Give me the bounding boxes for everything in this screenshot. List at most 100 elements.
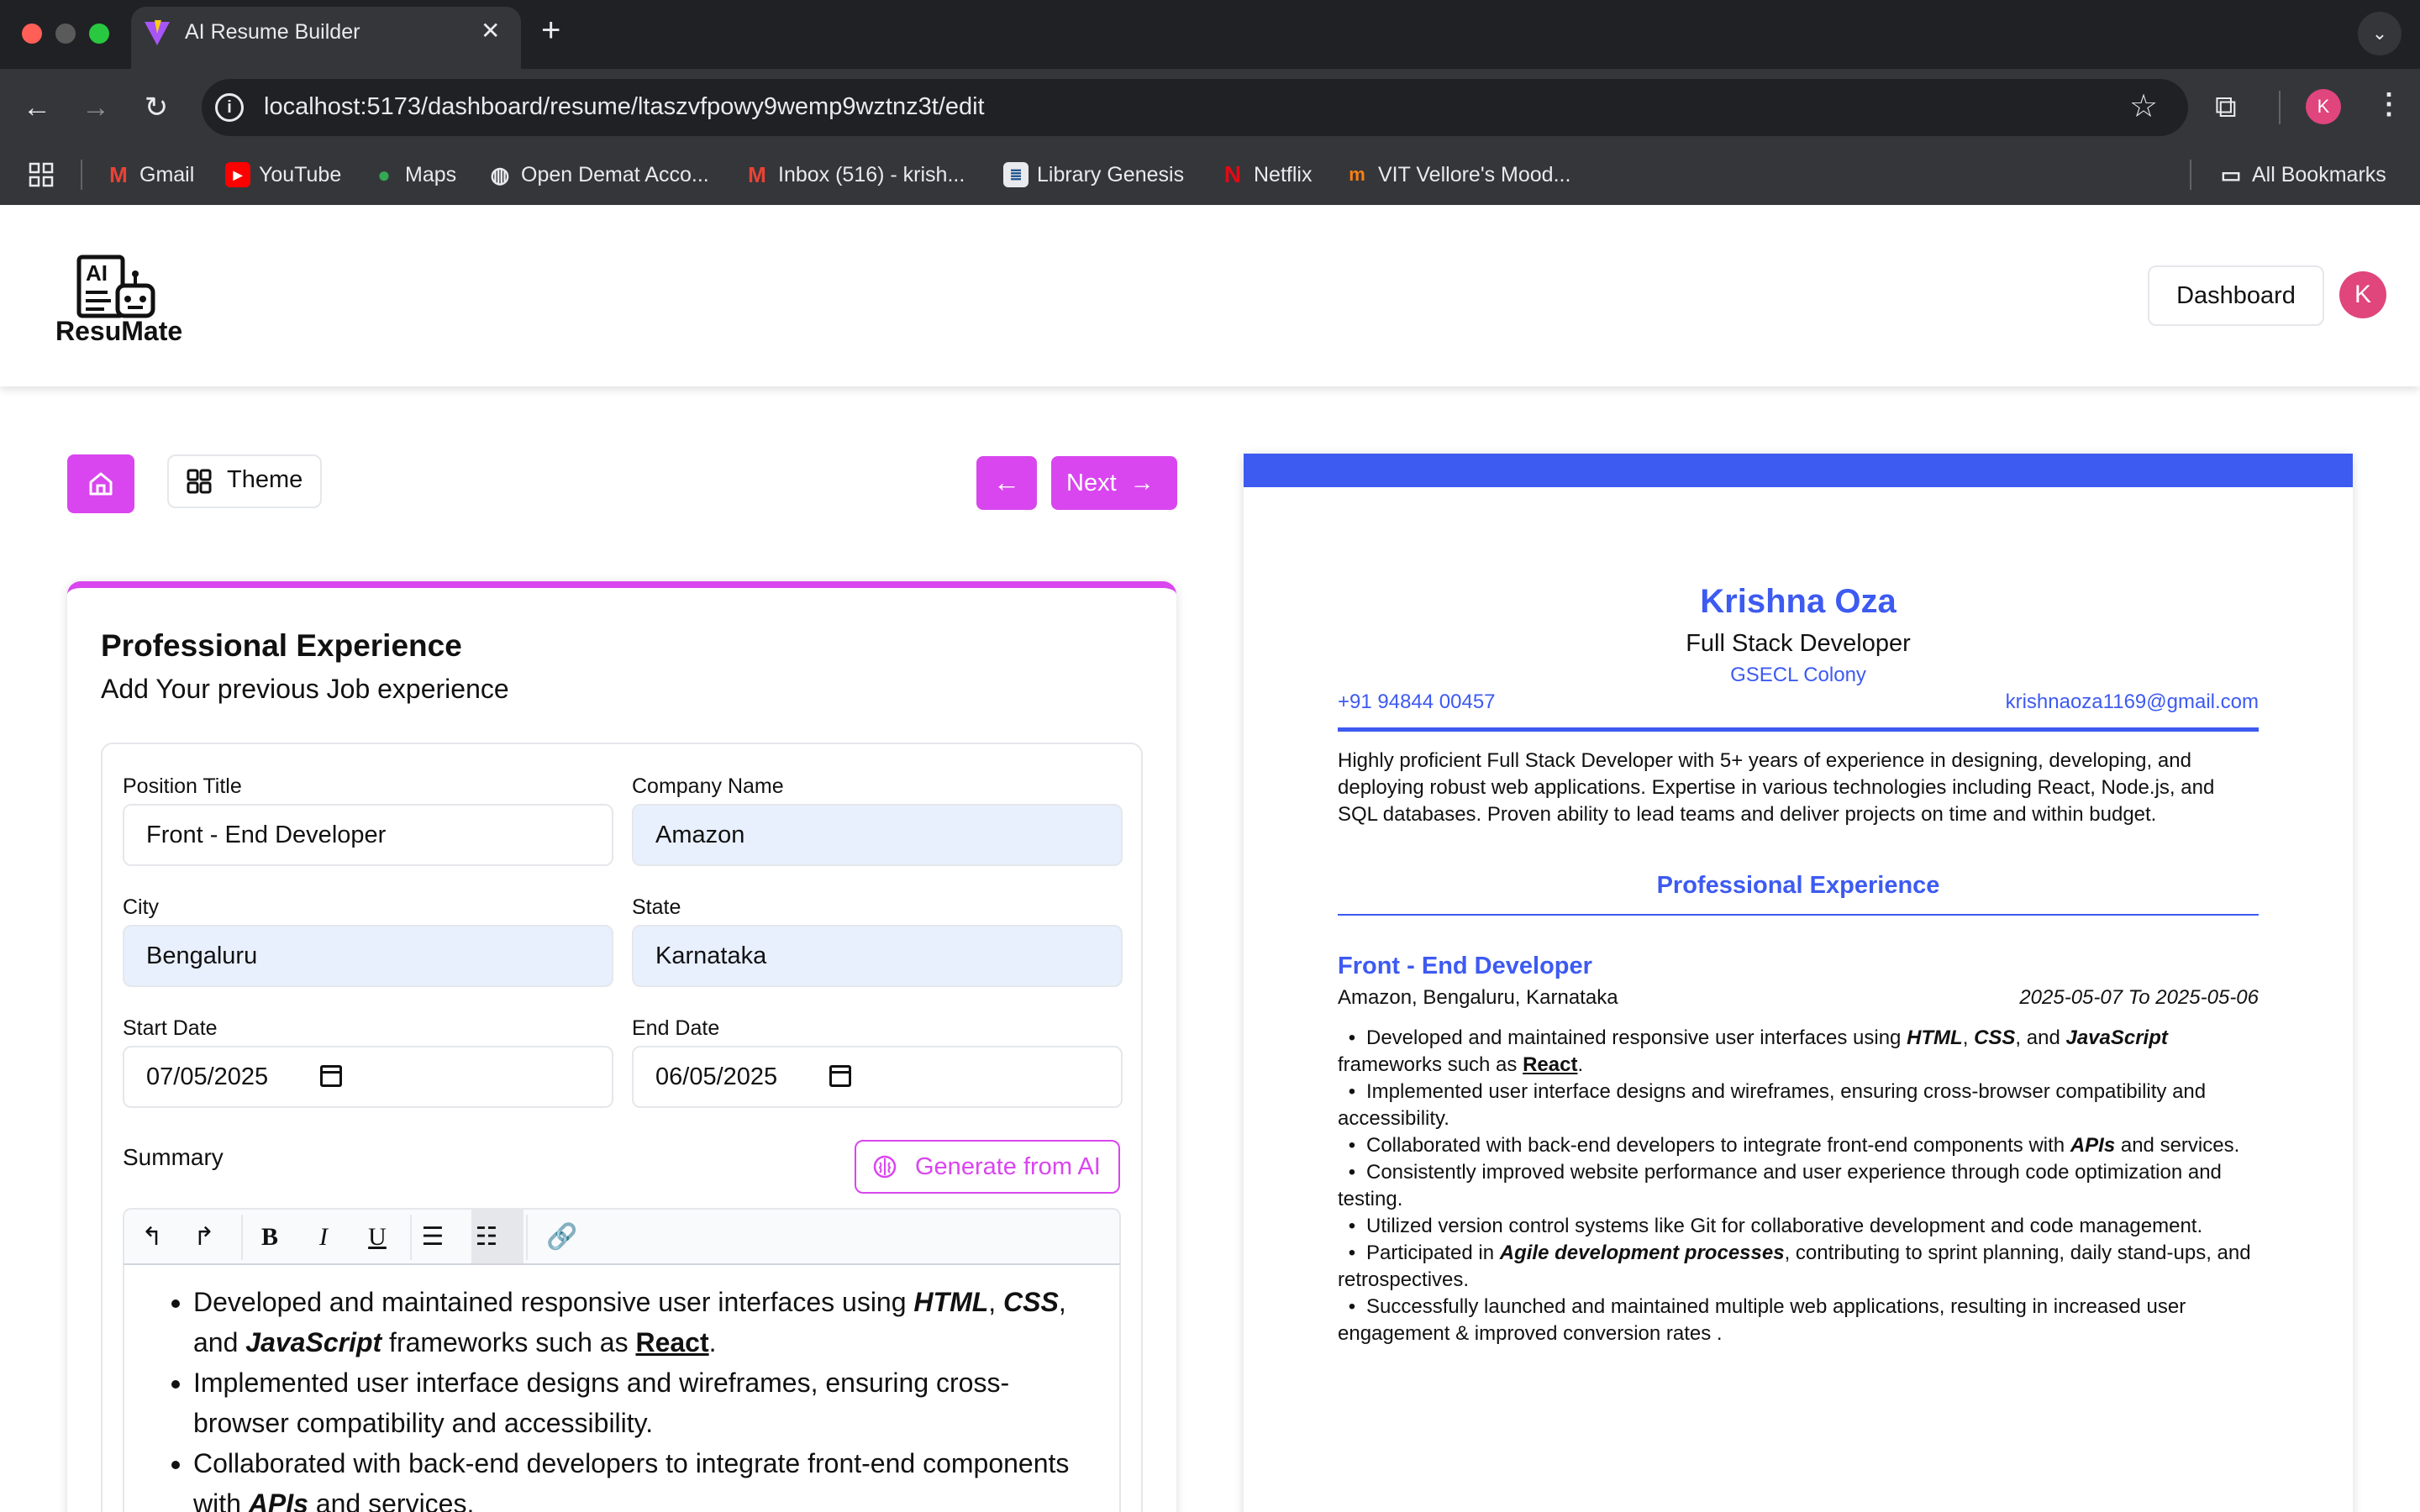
end-date-label: End Date: [632, 1016, 720, 1040]
netflix-icon: N: [1223, 161, 1242, 187]
logo-text: ResuMate: [55, 316, 183, 346]
position-title-input[interactable]: Front - End Developer: [123, 804, 613, 866]
new-tab-button[interactable]: +: [541, 12, 560, 50]
extensions-icon[interactable]: ⧉: [2215, 89, 2237, 125]
bookmark-youtube[interactable]: ▶ YouTube: [225, 160, 341, 190]
list-item: Successfully launched and maintained mul…: [1338, 1294, 2259, 1347]
section-subtitle: Add Your previous Job experience: [101, 674, 509, 704]
tab-title: AI Resume Builder: [185, 20, 360, 44]
bookmarks-bar: [0, 146, 2420, 205]
grid-icon: [187, 469, 212, 494]
bookmarks-divider: [81, 160, 82, 190]
menu-kebab-icon[interactable]: ⋮: [2375, 87, 2403, 121]
summary-label: Summary: [123, 1144, 224, 1170]
resume-experience-bullets: Developed and maintained responsive user…: [1338, 1025, 2259, 1347]
resume-job-title: Full Stack Developer: [1686, 630, 1911, 657]
book-icon: ≣: [1003, 162, 1028, 187]
user-avatar[interactable]: K: [2339, 271, 2386, 318]
bookmark-vit-moodle[interactable]: m VIT Vellore's Mood...: [1344, 160, 1570, 190]
start-date-label: Start Date: [123, 1016, 218, 1040]
toolbar-divider: [241, 1215, 243, 1260]
list-item: Implemented user interface designs and w…: [193, 1362, 1084, 1443]
app-header: [0, 205, 2420, 386]
folder-icon: ▭: [2220, 162, 2242, 187]
minimize-window-button[interactable]: [55, 24, 76, 44]
numbered-list-icon[interactable]: ☰: [413, 1220, 452, 1255]
bulleted-list-icon[interactable]: ☷: [467, 1220, 506, 1255]
moodle-icon: m: [1349, 164, 1365, 185]
city-label: City: [123, 895, 160, 919]
section-title: Professional Experience: [101, 628, 462, 663]
city-input[interactable]: Bengaluru: [123, 925, 613, 987]
link-icon[interactable]: 🔗: [543, 1220, 581, 1255]
resume-experience-company: Amazon, Bengaluru, Karnataka: [1338, 986, 1618, 1009]
resume-address: GSECL Colony: [1730, 664, 1866, 686]
next-button[interactable]: Next →: [1051, 456, 1177, 510]
list-item: Participated in Agile development proces…: [1338, 1240, 2259, 1294]
bookmark-library-genesis[interactable]: ≣ Library Genesis: [1003, 160, 1184, 190]
brain-icon: [873, 1155, 897, 1179]
gmail-icon: M: [109, 162, 128, 187]
bookmark-demat[interactable]: ◍ Open Demat Acco...: [487, 160, 709, 190]
list-item: Implemented user interface designs and w…: [1338, 1079, 2259, 1132]
home-button[interactable]: [67, 454, 134, 513]
svg-text:AI: AI: [86, 260, 108, 286]
bookmark-inbox[interactable]: M Inbox (516) - krish...: [744, 160, 965, 190]
summary-editor[interactable]: Developed and maintained responsive user…: [123, 1263, 1121, 1512]
site-info-icon[interactable]: i: [215, 93, 244, 122]
resume-summary: Highly proficient Full Stack Developer w…: [1338, 749, 2215, 826]
url-text[interactable]: localhost:5173/dashboard/resume/ltaszvfp…: [264, 93, 985, 121]
list-item: Collaborated with back-end developers to…: [193, 1443, 1084, 1512]
company-name-input[interactable]: Amazon: [632, 804, 1123, 866]
list-item: Developed and maintained responsive user…: [193, 1282, 1084, 1362]
calendar-icon[interactable]: [320, 1065, 342, 1087]
end-date-input[interactable]: 06/05/2025: [632, 1046, 1123, 1108]
bookmark-star-icon[interactable]: ☆: [2129, 87, 2158, 125]
bold-button[interactable]: B: [250, 1220, 289, 1255]
state-input[interactable]: Karnataka: [632, 925, 1123, 987]
arrow-right-icon: →: [1129, 470, 1155, 496]
italic-button[interactable]: I: [304, 1220, 343, 1255]
state-label: State: [632, 895, 681, 919]
summary-bullet-list: Developed and maintained responsive user…: [193, 1282, 1084, 1512]
back-icon[interactable]: ←: [18, 89, 55, 126]
list-item: Collaborated with back-end developers to…: [1338, 1132, 2259, 1159]
close-window-button[interactable]: [22, 24, 42, 44]
toolbar-divider: [410, 1215, 412, 1260]
resume-phone: +91 94844 00457: [1338, 690, 1496, 713]
dashboard-button[interactable]: Dashboard: [2148, 265, 2324, 326]
reload-icon[interactable]: ↻: [138, 89, 175, 126]
list-item: Developed and maintained responsive user…: [1338, 1025, 2259, 1079]
close-tab-icon[interactable]: ✕: [481, 17, 500, 45]
globe-icon: ◍: [490, 162, 510, 187]
resume-name: Krishna Oza: [1700, 583, 1897, 620]
home-icon: [89, 472, 113, 496]
bookmark-maps[interactable]: ● Maps: [371, 160, 456, 190]
bookmark-gmail[interactable]: M Gmail: [106, 160, 194, 190]
resume-experience-dates: 2025-05-07 To 2025-05-06: [2019, 986, 2259, 1009]
resume-divider: [1338, 727, 2259, 732]
gmail-icon: M: [748, 162, 766, 187]
list-item: Consistently improved website performanc…: [1338, 1159, 2259, 1213]
maximize-window-button[interactable]: [89, 24, 109, 44]
resume-theme-bar: [1244, 454, 2353, 487]
position-title-label: Position Title: [123, 774, 242, 798]
arrow-left-icon: ←: [993, 467, 1020, 497]
resume-section-title: Professional Experience: [1656, 872, 1940, 899]
theme-label[interactable]: Theme: [227, 466, 302, 494]
forward-icon[interactable]: →: [77, 89, 114, 126]
apps-grid-icon[interactable]: [29, 160, 54, 190]
resume-section-divider: [1338, 914, 2259, 916]
toolbar-divider: [2279, 91, 2281, 124]
profile-avatar[interactable]: K: [2306, 89, 2341, 124]
redo-icon[interactable]: ↱: [185, 1220, 224, 1255]
start-date-input[interactable]: 07/05/2025: [123, 1046, 613, 1108]
resume-experience-title: Front - End Developer: [1338, 953, 1592, 979]
previous-button[interactable]: ←: [976, 456, 1037, 510]
bookmark-netflix[interactable]: N Netflix: [1220, 160, 1313, 190]
calendar-icon[interactable]: [829, 1065, 851, 1087]
underline-button[interactable]: U: [358, 1220, 397, 1255]
tab-search-button[interactable]: ⌄: [2358, 12, 2402, 55]
undo-icon[interactable]: ↰: [133, 1220, 171, 1255]
all-bookmarks-folder[interactable]: ▭ All Bookmarks: [2218, 160, 2386, 190]
